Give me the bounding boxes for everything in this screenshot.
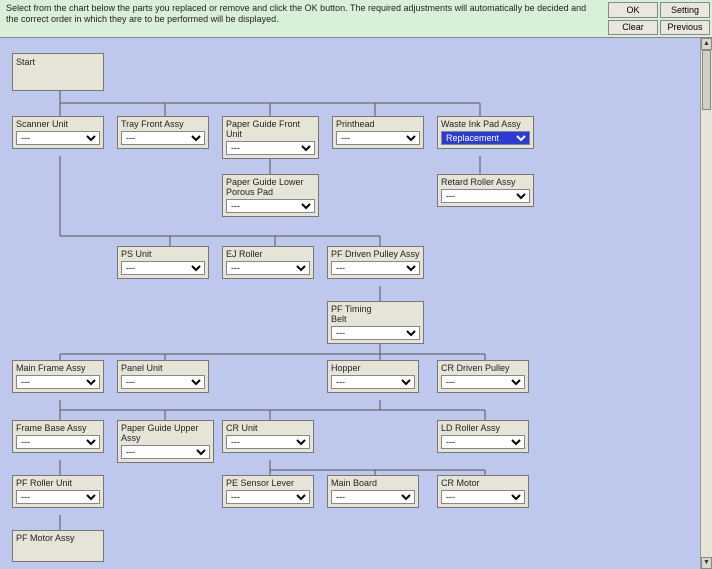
- dropdown-scanner-unit[interactable]: ---: [16, 131, 100, 145]
- node-ej-roller: EJ Roller ---: [222, 246, 314, 279]
- node-label: CR Motor: [441, 478, 525, 488]
- node-main-board: Main Board ---: [327, 475, 419, 508]
- dropdown-pf-roller-unit[interactable]: ---: [16, 490, 100, 504]
- dropdown-paper-guide-front[interactable]: ---: [226, 141, 315, 155]
- setting-button[interactable]: Setting: [660, 2, 710, 18]
- node-frame-base: Frame Base Assy ---: [12, 420, 104, 453]
- clear-button[interactable]: Clear: [608, 20, 658, 36]
- dropdown-frame-base[interactable]: ---: [16, 435, 100, 449]
- node-cr-unit: CR Unit ---: [222, 420, 314, 453]
- node-label: Panel Unit: [121, 363, 205, 373]
- node-hopper: Hopper ---: [327, 360, 419, 393]
- dropdown-cr-motor[interactable]: ---: [441, 490, 525, 504]
- vertical-scrollbar[interactable]: ▲ ▼: [700, 38, 712, 569]
- node-cr-motor: CR Motor ---: [437, 475, 529, 508]
- node-scanner-unit: Scanner Unit ---: [12, 116, 104, 149]
- node-pf-timing-belt: PF Timing Belt ---: [327, 301, 424, 344]
- node-pe-sensor-lever: PE Sensor Lever ---: [222, 475, 314, 508]
- node-label: PF Timing Belt: [331, 304, 420, 324]
- scroll-up-icon[interactable]: ▲: [701, 38, 712, 50]
- node-label: Frame Base Assy: [16, 423, 100, 433]
- node-tray-front: Tray Front Assy ---: [117, 116, 209, 149]
- dropdown-panel-unit[interactable]: ---: [121, 375, 205, 389]
- dropdown-waste-ink-pad[interactable]: Replacement: [441, 131, 530, 145]
- node-label: PS Unit: [121, 249, 205, 259]
- node-paper-guide-upper: Paper Guide Upper Assy ---: [117, 420, 214, 463]
- node-start: Start: [12, 53, 104, 91]
- node-label: Waste Ink Pad Assy: [441, 119, 530, 129]
- dropdown-cr-unit[interactable]: ---: [226, 435, 310, 449]
- node-paper-guide-front: Paper Guide Front Unit ---: [222, 116, 319, 159]
- node-ps-unit: PS Unit ---: [117, 246, 209, 279]
- node-label: PF Roller Unit: [16, 478, 100, 488]
- node-label: PF Driven Pulley Assy: [331, 249, 420, 259]
- node-label: Paper Guide Lower Porous Pad: [226, 177, 315, 197]
- flowchart-canvas: Start Scanner Unit --- Tray Front Assy -…: [0, 38, 712, 569]
- dropdown-printhead[interactable]: ---: [336, 131, 420, 145]
- node-label: CR Driven Pulley: [441, 363, 525, 373]
- node-main-frame: Main Frame Assy ---: [12, 360, 104, 393]
- dropdown-paper-guide-upper[interactable]: ---: [121, 445, 210, 459]
- node-label: CR Unit: [226, 423, 310, 433]
- dropdown-retard-roller[interactable]: ---: [441, 189, 530, 203]
- scroll-down-icon[interactable]: ▼: [701, 557, 712, 569]
- node-ld-roller: LD Roller Assy ---: [437, 420, 529, 453]
- dropdown-pf-driven-pulley[interactable]: ---: [331, 261, 420, 275]
- node-label: PE Sensor Lever: [226, 478, 310, 488]
- ok-button[interactable]: OK: [608, 2, 658, 18]
- node-label: Printhead: [336, 119, 420, 129]
- node-label: Main Board: [331, 478, 415, 488]
- node-label: Paper Guide Front Unit: [226, 119, 315, 139]
- dropdown-main-frame[interactable]: ---: [16, 375, 100, 389]
- dropdown-cr-driven-pulley[interactable]: ---: [441, 375, 525, 389]
- node-pf-driven-pulley: PF Driven Pulley Assy ---: [327, 246, 424, 279]
- node-label: Scanner Unit: [16, 119, 100, 129]
- node-paper-guide-lower: Paper Guide Lower Porous Pad ---: [222, 174, 319, 217]
- node-waste-ink-pad: Waste Ink Pad Assy Replacement: [437, 116, 534, 149]
- top-buttons: OK Setting Clear Previous: [606, 0, 712, 37]
- node-printhead: Printhead ---: [332, 116, 424, 149]
- dropdown-paper-guide-lower[interactable]: ---: [226, 199, 315, 213]
- node-label: Retard Roller Assy: [441, 177, 530, 187]
- top-instruction-bar: Select from the chart below the parts yo…: [0, 0, 712, 38]
- node-panel-unit: Panel Unit ---: [117, 360, 209, 393]
- dropdown-ld-roller[interactable]: ---: [441, 435, 525, 449]
- dropdown-pe-sensor-lever[interactable]: ---: [226, 490, 310, 504]
- dropdown-pf-timing-belt[interactable]: ---: [331, 326, 420, 340]
- dropdown-main-board[interactable]: ---: [331, 490, 415, 504]
- previous-button[interactable]: Previous: [660, 20, 710, 36]
- node-retard-roller: Retard Roller Assy ---: [437, 174, 534, 207]
- instruction-text: Select from the chart below the parts yo…: [0, 0, 606, 37]
- node-pf-motor: PF Motor Assy: [12, 530, 104, 562]
- node-cr-driven-pulley: CR Driven Pulley ---: [437, 360, 529, 393]
- node-label: Paper Guide Upper Assy: [121, 423, 210, 443]
- node-label: Hopper: [331, 363, 415, 373]
- node-label: Start: [16, 56, 100, 67]
- node-label: LD Roller Assy: [441, 423, 525, 433]
- node-label: PF Motor Assy: [16, 533, 100, 543]
- dropdown-ej-roller[interactable]: ---: [226, 261, 310, 275]
- node-label: Tray Front Assy: [121, 119, 205, 129]
- node-pf-roller-unit: PF Roller Unit ---: [12, 475, 104, 508]
- node-label: EJ Roller: [226, 249, 310, 259]
- dropdown-ps-unit[interactable]: ---: [121, 261, 205, 275]
- scroll-thumb[interactable]: [702, 50, 711, 110]
- dropdown-tray-front[interactable]: ---: [121, 131, 205, 145]
- node-label: Main Frame Assy: [16, 363, 100, 373]
- dropdown-hopper[interactable]: ---: [331, 375, 415, 389]
